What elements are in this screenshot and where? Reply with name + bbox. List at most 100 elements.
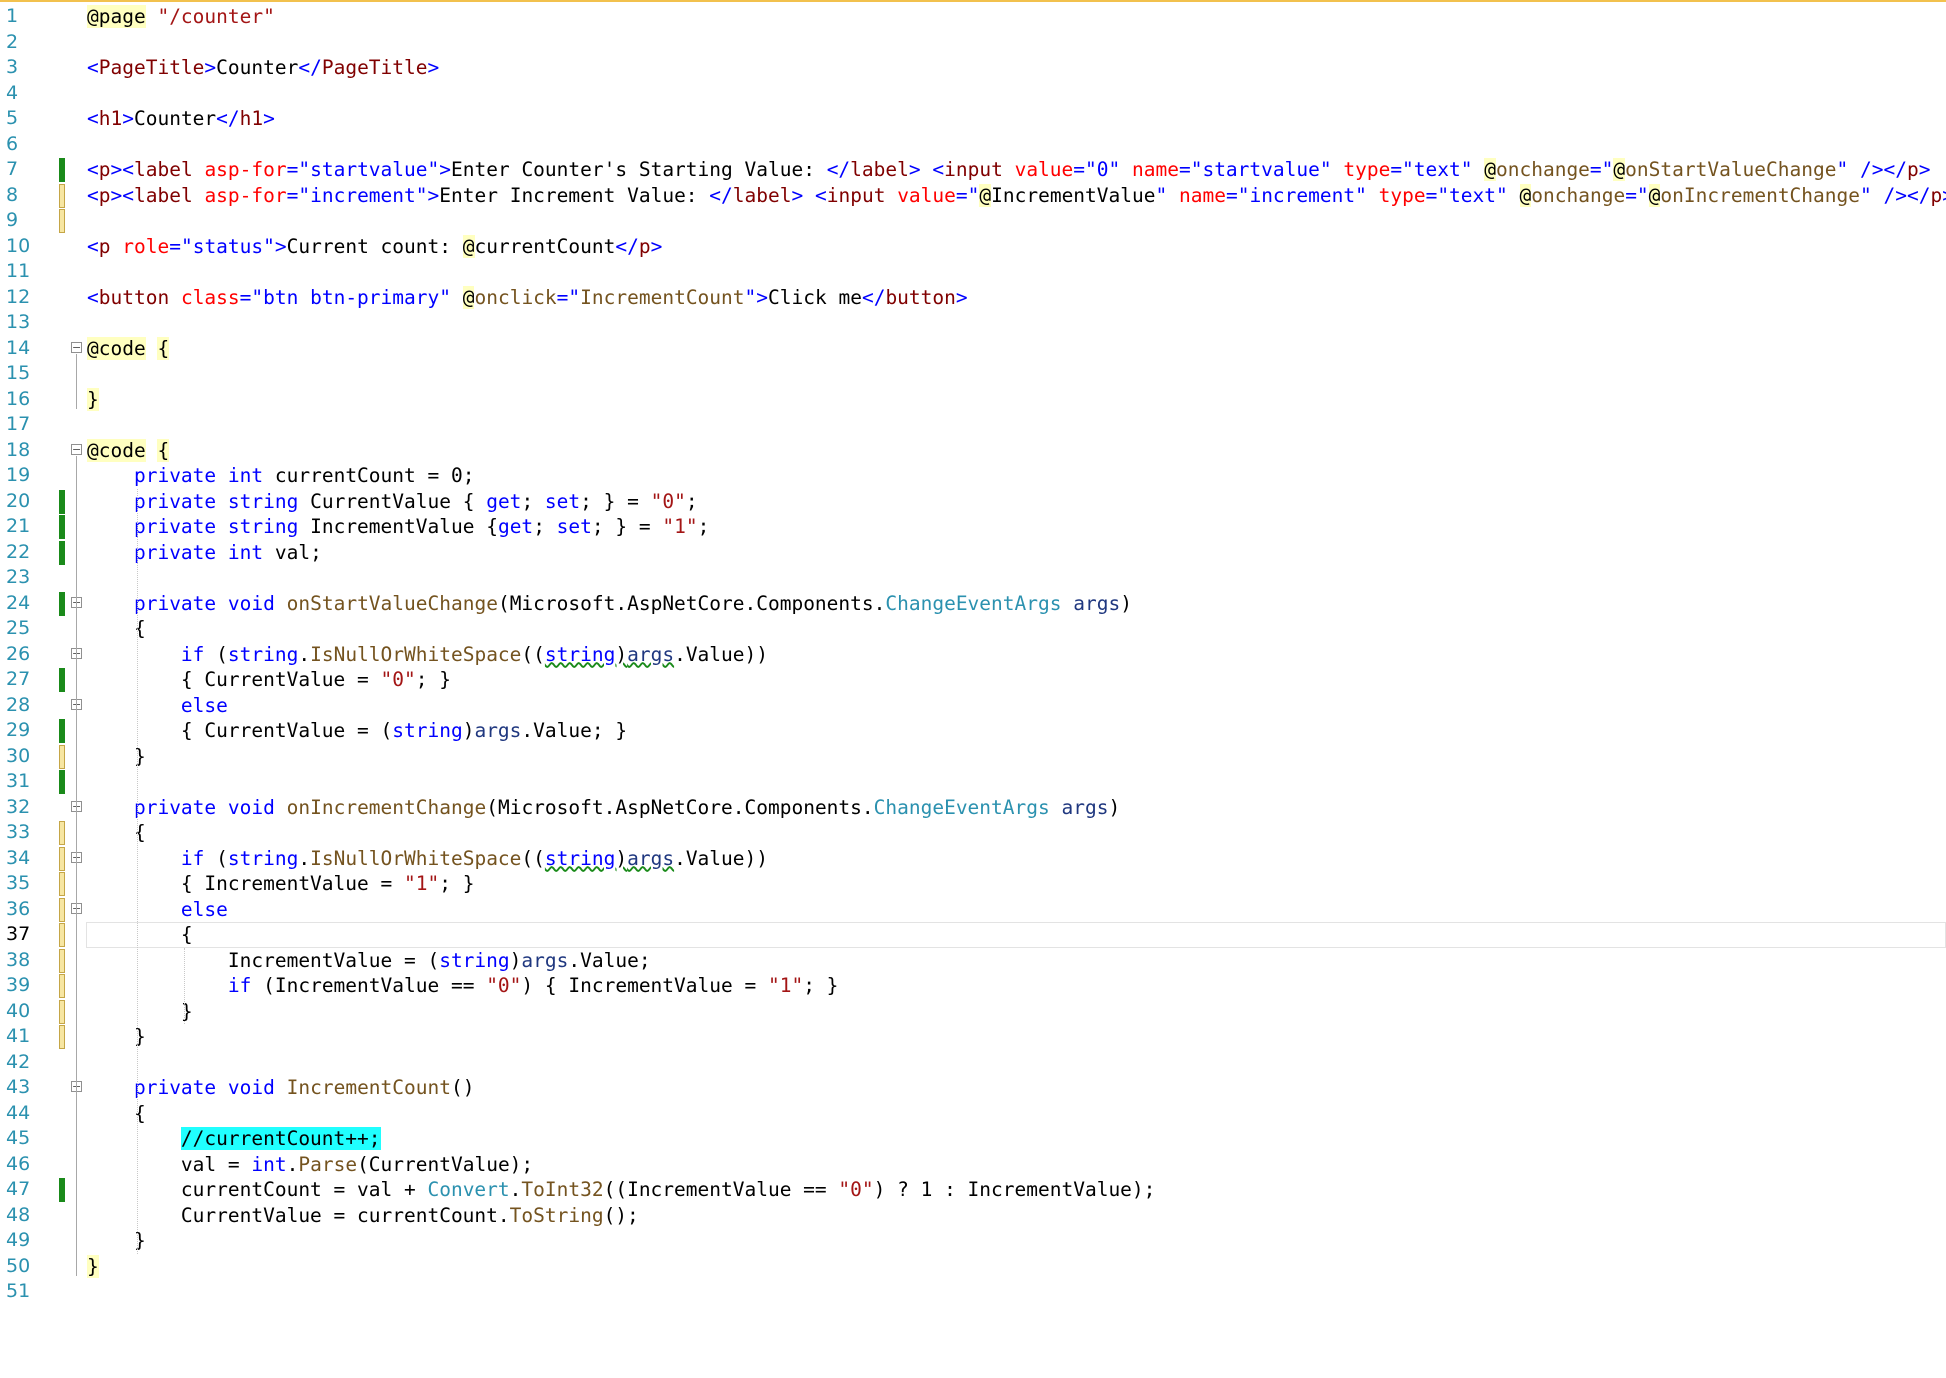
- code-line[interactable]: 42: [0, 1050, 1946, 1076]
- code-token: </: [826, 158, 851, 181]
- code-line[interactable]: 4: [0, 81, 1946, 107]
- code-line[interactable]: 28− else: [0, 693, 1946, 719]
- code-line[interactable]: 44 {: [0, 1101, 1946, 1127]
- code-token: ><: [110, 158, 134, 181]
- code-line[interactable]: 34− if (string.IsNullOrWhiteSpace((strin…: [0, 846, 1946, 872]
- code-token: ="startvalue": [1178, 158, 1332, 181]
- code-line[interactable]: 1 @page "/counter": [0, 4, 1946, 30]
- code-line[interactable]: 36− else: [0, 897, 1946, 923]
- code-line[interactable]: 46 val = int.Parse(CurrentValue);: [0, 1152, 1946, 1178]
- code-line[interactable]: 47 currentCount = val + Convert.ToInt32(…: [0, 1177, 1946, 1203]
- code-line[interactable]: 49 }: [0, 1228, 1946, 1254]
- code-token: "0": [838, 1178, 874, 1201]
- code-line[interactable]: 27 { CurrentValue = "0"; }: [0, 667, 1946, 693]
- code-token: (: [204, 846, 228, 870]
- code-line[interactable]: 25 {: [0, 616, 1946, 642]
- collapse-icon[interactable]: −: [71, 443, 82, 455]
- line-number: 39: [6, 974, 31, 996]
- code-token: IncrementCount: [286, 1076, 451, 1099]
- code-line[interactable]: 40 }: [0, 999, 1946, 1025]
- code-line[interactable]: 35 { IncrementValue = "1"; }: [0, 871, 1946, 897]
- code-token: @: [979, 183, 992, 207]
- code-token: ": [744, 285, 757, 309]
- code-line[interactable]: 51: [0, 1279, 1946, 1305]
- code-token: PageTitle: [321, 56, 428, 79]
- code-token: IncrementValue {: [298, 515, 498, 538]
- unsaved-change-marker: [59, 897, 65, 922]
- code-token: (): [451, 1076, 475, 1099]
- code-token: ((: [521, 642, 545, 666]
- code-line[interactable]: 21 private string IncrementValue {get; s…: [0, 514, 1946, 540]
- code-line[interactable]: 43− private void IncrementCount(): [0, 1075, 1946, 1101]
- code-line[interactable]: 16}: [0, 387, 1946, 413]
- code-line[interactable]: 10 <p role="status">Current count: @curre…: [0, 234, 1946, 260]
- code-line[interactable]: 24− private void onStartValueChange(Micr…: [0, 591, 1946, 617]
- code-line[interactable]: 12 <button class="btn btn-primary" @oncli…: [0, 285, 1946, 311]
- code-token: string: [392, 719, 463, 742]
- code-line[interactable]: 5 <h1>Counter</h1>: [0, 106, 1946, 132]
- code-line[interactable]: 48 CurrentValue = currentCount.ToString(…: [0, 1203, 1946, 1229]
- code-line[interactable]: 6: [0, 132, 1946, 158]
- code-line[interactable]: 41 }: [0, 1024, 1946, 1050]
- code-token: string: [227, 642, 299, 666]
- code-line[interactable]: 45 //currentCount++;: [0, 1126, 1946, 1152]
- code-line[interactable]: 9: [0, 208, 1946, 234]
- code-token: ;: [533, 515, 557, 538]
- code-line[interactable]: 19 private int currentCount = 0;: [0, 463, 1946, 489]
- code-line[interactable]: 7 <p><label asp-for="startvalue">Enter Co…: [0, 157, 1946, 183]
- code-line[interactable]: 11: [0, 259, 1946, 285]
- code-line[interactable]: 32− private void onIncrementChange(Micro…: [0, 795, 1946, 821]
- code-token: Current count:: [286, 234, 463, 258]
- code-line[interactable]: 26− if (string.IsNullOrWhiteSpace((strin…: [0, 642, 1946, 668]
- code-line[interactable]: 20 private string CurrentValue { get; se…: [0, 489, 1946, 515]
- code-token: {: [157, 336, 170, 360]
- unsaved-change-marker: [59, 821, 65, 845]
- unsaved-change-marker: [59, 999, 65, 1024]
- code-token: void: [227, 1076, 275, 1099]
- code-line[interactable]: 18 − @code {: [0, 438, 1946, 464]
- code-line[interactable]: 39 if (IncrementValue == "0") { Incremen…: [0, 973, 1946, 999]
- code-line[interactable]: 50}: [0, 1254, 1946, 1280]
- code-line[interactable]: 38 IncrementValue = (string)args.Value;: [0, 948, 1946, 974]
- unsaved-change-marker: [59, 183, 65, 208]
- saved-change-marker: [59, 1178, 65, 1202]
- code-line[interactable]: 8 <p><label asp-for="increment">Enter Inc…: [0, 183, 1946, 209]
- code-text: //currentCount++;: [87, 1126, 381, 1152]
- code-token: int: [251, 1152, 287, 1176]
- code-line[interactable]: 23: [0, 565, 1946, 591]
- code-token: ; }: [439, 872, 475, 895]
- code-line[interactable]: 22 private int val;: [0, 540, 1946, 566]
- code-editor[interactable]: 1 @page "/counter" 2 3 <PageTitle>Counter</P…: [0, 0, 1946, 1378]
- saved-change-marker: [59, 158, 65, 182]
- code-token: val;: [263, 540, 322, 564]
- line-number: 45: [6, 1127, 31, 1149]
- code-line[interactable]: 13: [0, 310, 1946, 336]
- code-token: if: [180, 642, 205, 666]
- code-line[interactable]: 14 − @code {: [0, 336, 1946, 362]
- code-token: IncrementCount: [580, 285, 745, 309]
- code-line[interactable]: 2: [0, 30, 1946, 56]
- code-token: .Value)): [674, 642, 768, 666]
- code-text: <PageTitle>Counter</PageTitle>: [87, 55, 439, 81]
- code-token: Parse: [298, 1152, 358, 1176]
- code-line[interactable]: 31: [0, 769, 1946, 795]
- code-token: type: [1343, 158, 1391, 181]
- code-line[interactable]: 3 <PageTitle>Counter</PageTitle>: [0, 55, 1946, 81]
- collapse-icon[interactable]: −: [71, 341, 82, 353]
- code-token: ): [1108, 795, 1121, 819]
- code-token: h1: [239, 107, 264, 130]
- code-line[interactable]: 29 { CurrentValue = (string)args.Value; …: [0, 718, 1946, 744]
- code-line[interactable]: 15: [0, 361, 1946, 387]
- code-line[interactable]: 33 {: [0, 820, 1946, 846]
- code-line[interactable]: 17: [0, 412, 1946, 438]
- code-line[interactable]: 30 }: [0, 744, 1946, 770]
